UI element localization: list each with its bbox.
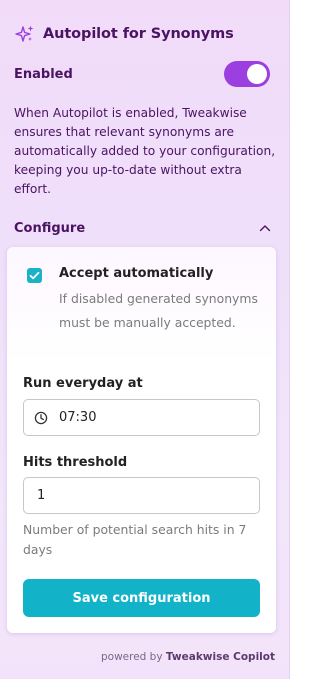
schedule-time-input[interactable]: 07:30 [23,399,260,436]
powered-by-footer: powered by Tweakwise Copilot [101,651,275,663]
hits-threshold-label: Hits threshold [23,455,128,470]
checkmark-icon [29,271,40,280]
autopilot-panel: Autopilot for Synonyms Enabled When Auto… [0,0,290,679]
configure-label: Configure [14,220,86,236]
accept-automatically-checkbox[interactable] [27,268,42,283]
footer-brand: Tweakwise Copilot [165,651,275,663]
save-configuration-button[interactable]: Save configuration [23,579,260,617]
configure-section-toggle[interactable]: Configure [14,218,272,238]
hits-threshold-value: 1 [37,488,46,503]
clock-icon [34,411,48,424]
footer-prefix: powered by [100,651,163,663]
panel-header: Autopilot for Synonyms [15,24,234,44]
schedule-label: Run everyday at [23,376,143,391]
toggle-knob [247,64,267,84]
hits-threshold-hint: Number of potential search hits in 7 day… [23,522,247,557]
enabled-row: Enabled [14,61,270,87]
schedule-time-value: 07:30 [59,410,97,425]
configure-card: Accept automatically If disabled generat… [7,247,276,633]
chevron-up-icon[interactable] [258,221,272,235]
sparkles-icon [15,25,34,42]
hits-threshold-input[interactable]: 1 [23,477,260,514]
autopilot-description: When Autopilot is enabled, Tweakwise ens… [14,106,276,196]
accept-automatically-label: Accept automatically [59,266,214,281]
enabled-label: Enabled [14,66,73,82]
enabled-toggle[interactable] [224,61,270,87]
panel-title: Autopilot for Synonyms [43,26,234,42]
accept-automatically-help: If disabled generated synonyms must be m… [59,291,258,330]
